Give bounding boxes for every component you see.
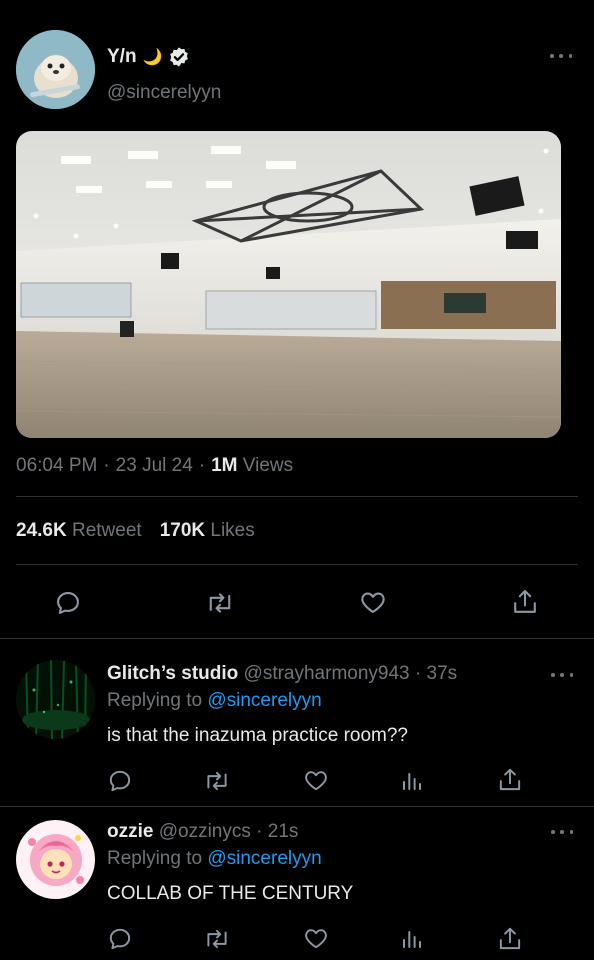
reply-text: COLLAB OF THE CENTURY xyxy=(107,883,354,904)
share-icon[interactable] xyxy=(497,766,523,794)
moon-emoji: 🌙 xyxy=(142,49,163,66)
verified-badge-icon xyxy=(168,46,190,68)
divider xyxy=(16,496,578,497)
reply-display-name[interactable]: Glitch’s studio xyxy=(107,663,238,684)
tweet-stats-row: 24.6K Retweet 170K Likes xyxy=(16,520,255,542)
retweets-stat[interactable]: 24.6K Retweet xyxy=(16,520,142,542)
author-name-row[interactable]: Y/n 🌙 xyxy=(107,45,190,69)
reply-avatar[interactable] xyxy=(16,660,95,739)
retweet-icon[interactable] xyxy=(203,926,231,952)
reply-icon[interactable] xyxy=(107,768,133,794)
reply-handle[interactable]: @strayharmony943 xyxy=(244,663,410,684)
retweet-icon[interactable] xyxy=(205,589,235,617)
analytics-icon[interactable] xyxy=(400,768,424,794)
like-icon[interactable] xyxy=(302,767,330,793)
replying-to-handle[interactable]: @sincerelyyn xyxy=(207,690,321,711)
reply-text: is that the inazuma practice room?? xyxy=(107,725,408,746)
reply-display-name[interactable]: ozzie xyxy=(107,821,153,842)
tweet-views[interactable]: 1M Views xyxy=(211,455,293,477)
separator: · xyxy=(198,455,206,476)
analytics-icon[interactable] xyxy=(400,926,424,952)
views-count: 1M xyxy=(211,455,238,476)
author-display-name: Y/n xyxy=(107,46,137,67)
like-icon[interactable] xyxy=(302,925,330,951)
replying-to-label: Replying to xyxy=(107,690,203,711)
share-icon[interactable] xyxy=(497,925,523,953)
reply-avatar[interactable] xyxy=(16,820,95,899)
retweet-icon[interactable] xyxy=(203,768,231,794)
share-icon[interactable] xyxy=(511,587,539,617)
tweet-time: 06:04 PM xyxy=(16,455,98,476)
tweet-meta-row: 06:04 PM · 23 Jul 24 · 1M Views xyxy=(16,455,293,477)
more-icon[interactable] xyxy=(551,828,573,836)
reply-icon[interactable] xyxy=(54,589,82,617)
retweets-count: 24.6K xyxy=(16,520,67,541)
like-icon[interactable] xyxy=(358,588,388,616)
likes-count: 170K xyxy=(159,520,206,541)
replying-to-line: Replying to @sincerelyyn xyxy=(107,690,322,712)
replying-to-label: Replying to xyxy=(107,848,203,869)
reply-time: · 21s xyxy=(256,821,299,842)
views-label: Views xyxy=(242,455,294,476)
reply-header: ozzie @ozzinycs · 21s xyxy=(107,821,298,843)
reply-icon[interactable] xyxy=(107,926,133,952)
replying-to-handle[interactable]: @sincerelyyn xyxy=(207,848,321,869)
divider xyxy=(0,806,594,807)
divider xyxy=(16,564,578,565)
reply-header: Glitch’s studio @strayharmony943 · 37s xyxy=(107,663,457,685)
reply-time: · 37s xyxy=(414,663,458,684)
author-handle[interactable]: @sincerelyyn xyxy=(107,82,221,104)
likes-stat[interactable]: 170K Likes xyxy=(160,520,255,542)
likes-label: Likes xyxy=(210,520,255,541)
reply-handle[interactable]: @ozzinycs xyxy=(159,821,251,842)
replying-to-line: Replying to @sincerelyyn xyxy=(107,848,322,870)
author-avatar[interactable] xyxy=(16,30,95,109)
divider xyxy=(0,638,594,639)
more-icon[interactable] xyxy=(550,52,572,60)
separator: · xyxy=(103,455,110,476)
retweets-label: Retweet xyxy=(71,520,142,541)
more-icon[interactable] xyxy=(551,671,573,679)
tweet-media-image[interactable] xyxy=(16,131,561,438)
tweet-date: 23 Jul 24 xyxy=(115,455,193,476)
